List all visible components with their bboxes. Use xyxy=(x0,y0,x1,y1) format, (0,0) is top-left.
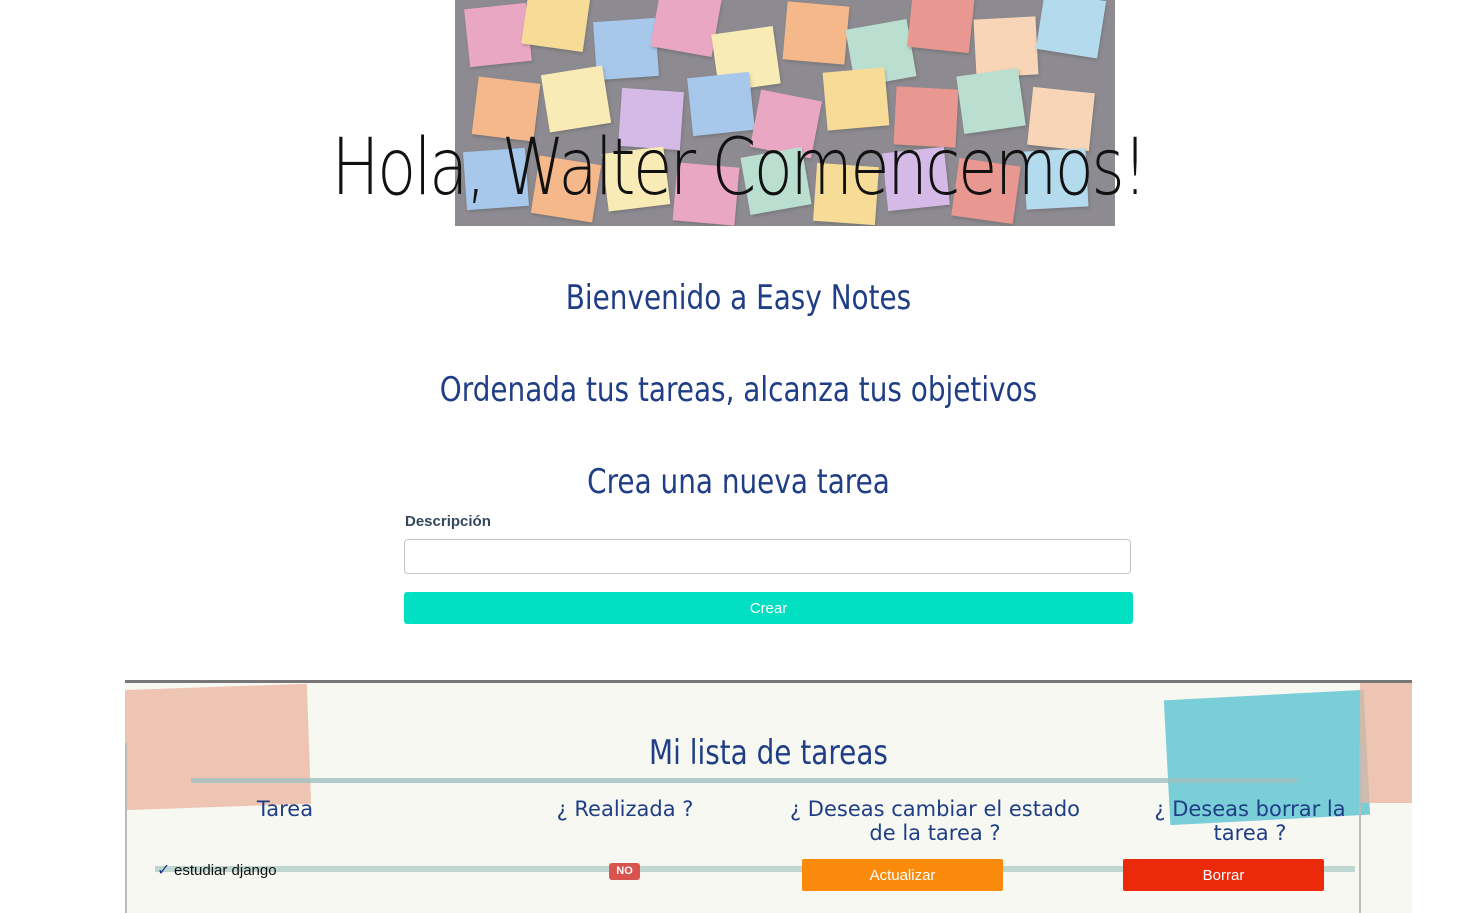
table-row: ✓ estudiar django NO Actualizar Borrar xyxy=(125,859,1412,899)
column-header-change-state: ¿ Deseas cambiar el estado de la tarea ? xyxy=(789,797,1081,845)
task-name: estudiar django xyxy=(174,862,277,879)
greeting-title: Hola, Walter Comencemos! xyxy=(331,123,1148,213)
task-list-title: Mi lista de tareas xyxy=(649,733,888,773)
welcome-heading: Bienvenido a Easy Notes xyxy=(565,278,912,318)
task-list-panel: Mi lista de tareas Tarea ¿ Realizada ? ¿… xyxy=(125,680,1412,913)
update-button[interactable]: Actualizar xyxy=(802,859,1003,891)
column-header-done: ¿ Realizada ? xyxy=(556,797,694,821)
delete-button[interactable]: Borrar xyxy=(1123,859,1324,891)
decorative-shape xyxy=(1360,683,1412,803)
check-icon: ✓ xyxy=(157,862,171,879)
decorative-rule xyxy=(191,778,1297,783)
description-input[interactable] xyxy=(404,539,1131,574)
create-task-heading: Crea una nueva tarea xyxy=(587,462,890,502)
column-header-task: Tarea xyxy=(256,797,314,821)
create-button[interactable]: Crear xyxy=(404,592,1133,624)
status-badge: NO xyxy=(609,863,640,880)
description-label: Descripción xyxy=(405,513,491,530)
tagline-heading: Ordenada tus tareas, alcanza tus objetiv… xyxy=(439,370,1038,410)
column-header-delete: ¿ Deseas borrar la tarea ? xyxy=(1154,797,1346,845)
